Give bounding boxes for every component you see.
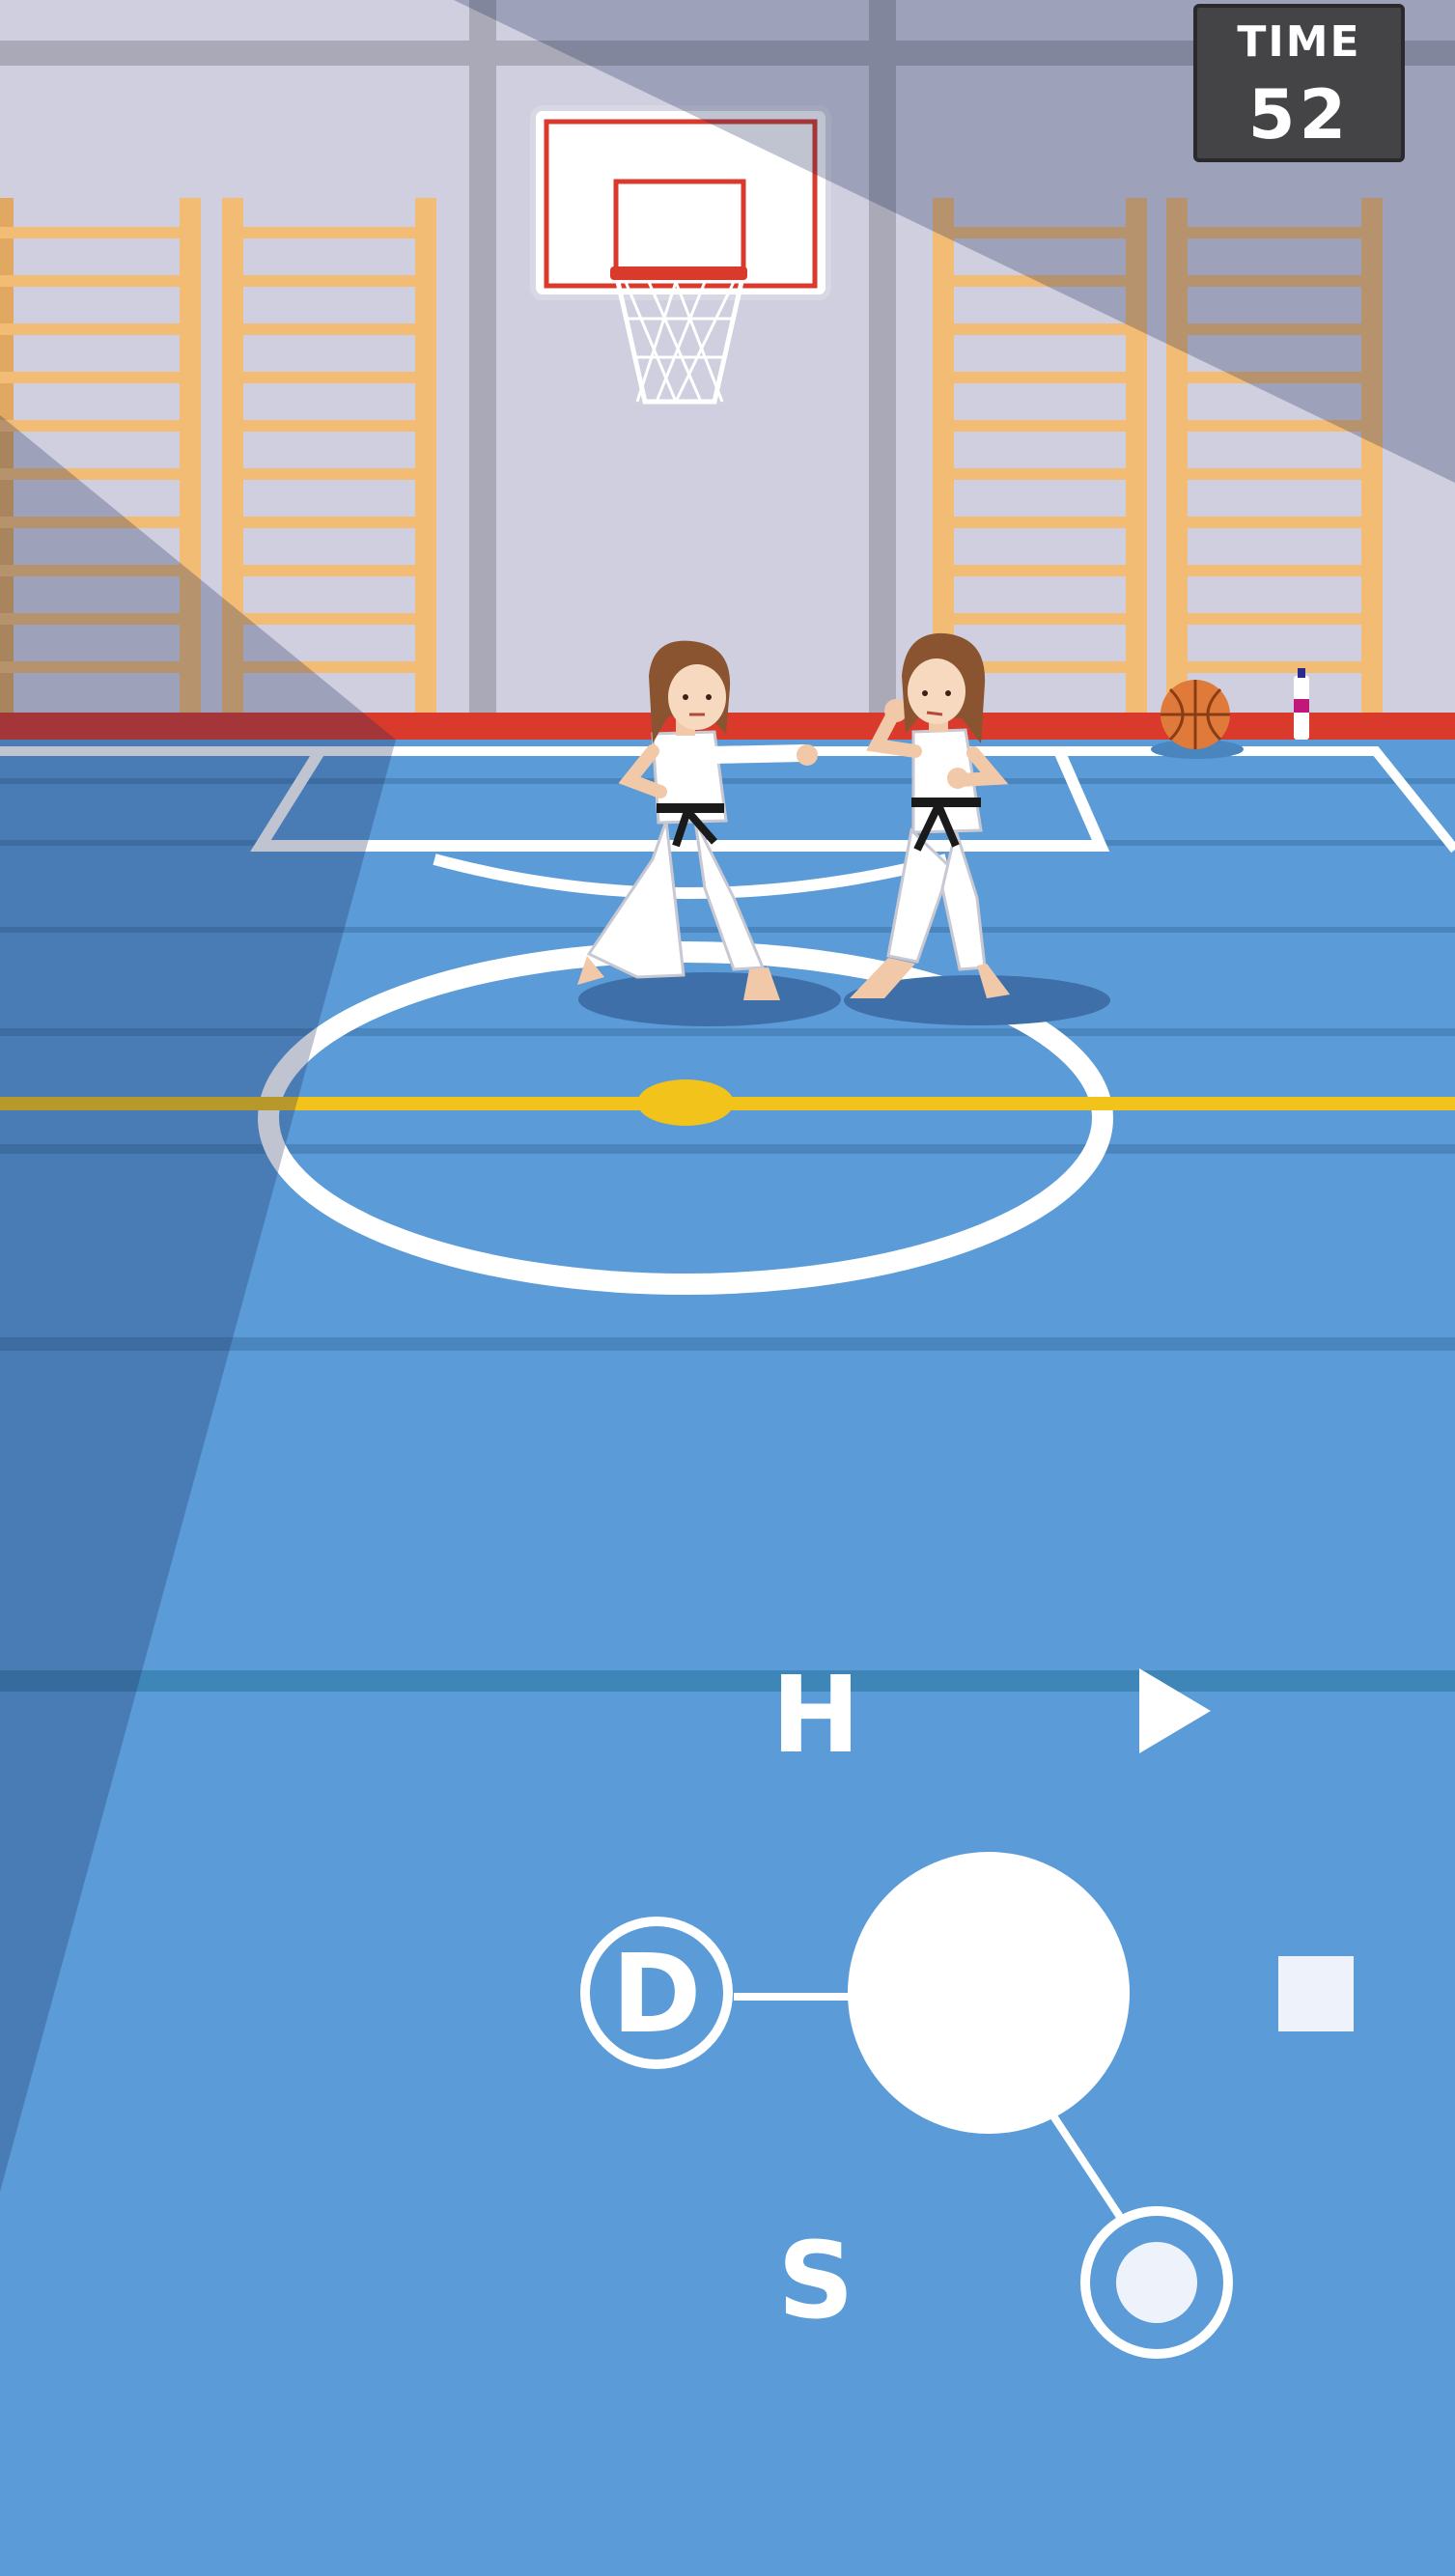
s-button[interactable]: S [777, 2219, 853, 2342]
time-label: TIME [1237, 17, 1361, 67]
time-panel: TIME 52 [1193, 4, 1405, 162]
d-button-label: D [612, 1932, 702, 2058]
time-value: 52 [1247, 75, 1351, 154]
joystick-knob[interactable] [848, 1852, 1130, 2134]
stop-icon[interactable] [1278, 1956, 1354, 2031]
game-scene: H D S [0, 0, 1455, 2576]
wall-pillar-left [469, 0, 496, 714]
center-dot [637, 1079, 734, 1126]
water-bottle [1294, 668, 1309, 740]
h-button[interactable]: H [771, 1653, 860, 1777]
